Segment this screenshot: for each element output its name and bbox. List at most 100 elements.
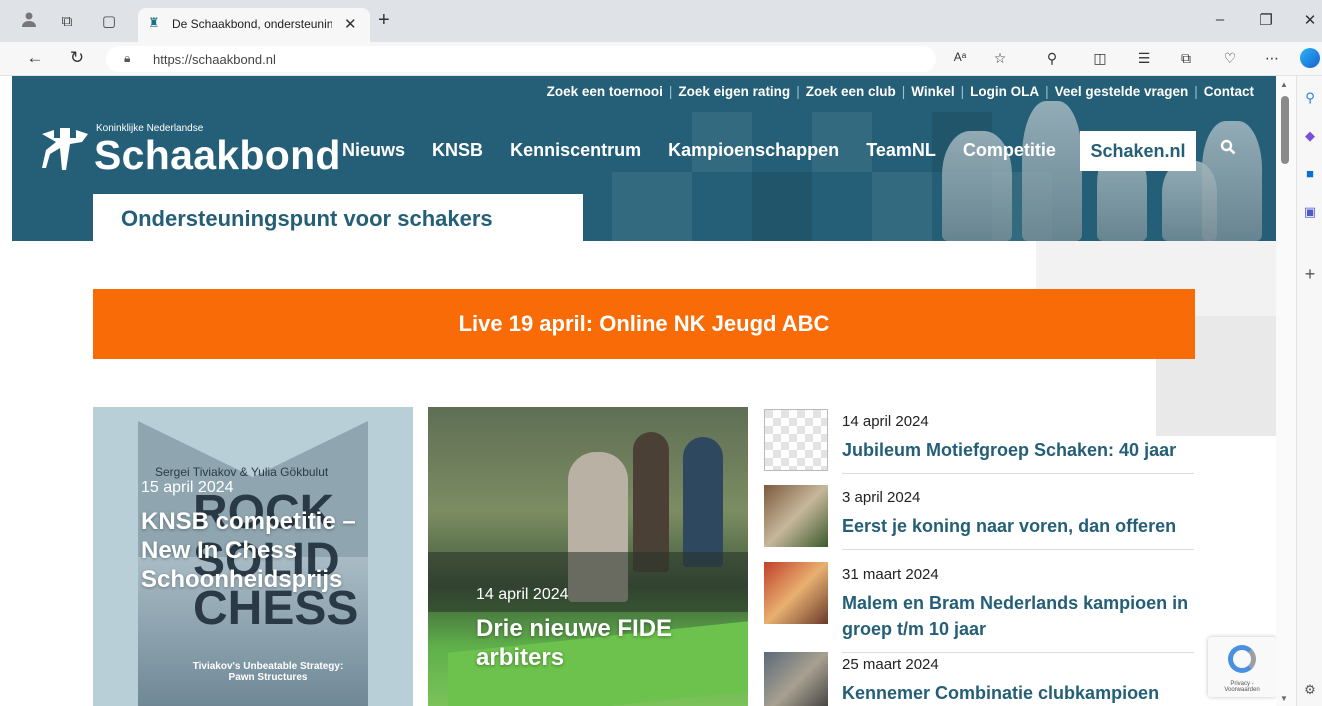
- nav-item-competitie[interactable]: Competitie: [963, 140, 1056, 160]
- news-date: 31 maart 2024: [842, 566, 939, 583]
- schaken-nl-button[interactable]: Schaken.nl: [1080, 131, 1196, 171]
- photo-person: [633, 432, 669, 572]
- recaptcha-icon: [1228, 645, 1256, 673]
- page-scrollbar[interactable]: ▲ ▼: [1276, 76, 1296, 706]
- read-aloud-icon[interactable]: Aᵃ: [948, 50, 972, 64]
- link-zoek-club[interactable]: Zoek een club: [806, 84, 896, 99]
- recaptcha-links[interactable]: Privacy - Voorwaarden: [1212, 681, 1272, 693]
- url-text: https://schaakbond.nl: [153, 52, 276, 67]
- nav-item-kenniscentrum[interactable]: Kenniscentrum: [510, 140, 641, 160]
- main-nav: Nieuws KNSB Kenniscentrum Kampioenschapp…: [342, 140, 1078, 161]
- separator: |: [1194, 84, 1198, 99]
- address-bar: ← ↻ 🔒︎ https://schaakbond.nl Aᵃ ☆ ⚲ ◫ ☰ …: [0, 42, 1322, 76]
- card-title[interactable]: Drie nieuwe FIDE arbiters: [476, 614, 716, 672]
- browser-tab-active[interactable]: ♜ De Schaakbond, ondersteuningsp ✕: [138, 8, 370, 42]
- recaptcha-badge[interactable]: Privacy - Voorwaarden: [1208, 637, 1276, 697]
- link-winkel[interactable]: Winkel: [911, 84, 954, 99]
- shopping-icon[interactable]: ◆: [1300, 126, 1320, 146]
- nav-item-teamnl[interactable]: TeamNL: [866, 140, 936, 160]
- schaakbond-logo-icon[interactable]: [36, 120, 92, 176]
- close-window-icon[interactable]: ✕: [1298, 11, 1322, 29]
- link-faq[interactable]: Veel gestelde vragen: [1055, 84, 1189, 99]
- search-icon[interactable]: ⚲: [1300, 88, 1320, 108]
- separator: |: [901, 84, 906, 99]
- book-subtitle: Tiviakov's Unbeatable Strategy: Pawn Str…: [192, 661, 344, 683]
- news-title[interactable]: Kennemer Combinatie clubkampioen: [842, 680, 1202, 706]
- nav-item-kampioenschappen[interactable]: Kampioenschappen: [668, 140, 839, 160]
- link-zoek-rating[interactable]: Zoek eigen rating: [678, 84, 790, 99]
- card-date: 14 april 2024: [476, 586, 569, 603]
- add-icon[interactable]: +: [1300, 264, 1320, 284]
- lock-icon: 🔒︎: [124, 51, 131, 65]
- divider: [842, 473, 1194, 474]
- outlook-icon[interactable]: ■: [1300, 164, 1320, 184]
- favorite-star-icon[interactable]: ☆: [988, 50, 1012, 67]
- chess-piece-decoration: [1022, 101, 1082, 241]
- scroll-up-icon[interactable]: ▲: [1280, 80, 1288, 89]
- refresh-icon[interactable]: ↻: [64, 48, 90, 68]
- more-menu-icon[interactable]: ⋯: [1260, 50, 1284, 67]
- photo-person: [683, 437, 723, 567]
- news-thumbnail: [764, 485, 828, 547]
- search-icon[interactable]: [1220, 139, 1236, 160]
- nav-item-nieuws[interactable]: Nieuws: [342, 140, 405, 160]
- header-square: [612, 172, 692, 241]
- news-thumbnail: [764, 562, 828, 624]
- edge-sidebar: ⚲ ◆ ■ ▣ + ⚙: [1296, 76, 1322, 706]
- favorites-icon[interactable]: ☰: [1132, 50, 1156, 67]
- news-thumbnail: [764, 652, 828, 706]
- card-date: 15 april 2024: [141, 479, 234, 496]
- tab-title: De Schaakbond, ondersteuningsp: [172, 17, 332, 31]
- news-title[interactable]: Malem en Bram Nederlands kampioen in gro…: [842, 590, 1202, 642]
- book-authors: Sergei Tiviakov & Yulia Gökbulut: [155, 465, 329, 479]
- divider: [842, 549, 1194, 550]
- tab-actions-icon[interactable]: ▢: [98, 11, 120, 33]
- news-title[interactable]: Jubileum Motiefgroep Schaken: 40 jaar: [842, 437, 1202, 463]
- profile-icon[interactable]: [18, 11, 40, 33]
- header-square: [872, 172, 932, 241]
- news-date: 14 april 2024: [842, 413, 929, 430]
- separator: |: [668, 84, 673, 99]
- separator: |: [960, 84, 965, 99]
- settings-gear-icon[interactable]: ⚙: [1300, 680, 1320, 700]
- browser-tab-bar: ⧉ ▢ ♜ De Schaakbond, ondersteuningsp ✕ +…: [0, 0, 1322, 42]
- logo-title[interactable]: Schaakbond: [94, 132, 341, 179]
- live-banner[interactable]: Live 19 april: Online NK Jeugd ABC: [93, 289, 1195, 359]
- back-icon[interactable]: ←: [22, 48, 48, 68]
- new-tab-icon[interactable]: +: [378, 9, 390, 32]
- close-tab-icon[interactable]: ✕: [344, 15, 357, 33]
- copilot-icon[interactable]: [1300, 48, 1320, 68]
- extensions-icon[interactable]: ⚲: [1040, 50, 1064, 67]
- link-contact[interactable]: Contact: [1204, 84, 1254, 99]
- schaakbond-favicon-icon: ♜: [148, 15, 160, 30]
- news-date: 25 maart 2024: [842, 656, 939, 673]
- scroll-down-icon[interactable]: ▼: [1280, 694, 1288, 703]
- tagline-tab: Ondersteuningspunt voor schakers: [93, 194, 583, 241]
- workspaces-icon[interactable]: ⧉: [56, 11, 78, 33]
- divider: [842, 652, 1194, 653]
- news-title[interactable]: Eerst je koning naar voren, dan offeren: [842, 513, 1202, 539]
- nav-item-knsb[interactable]: KNSB: [432, 140, 483, 160]
- separator: |: [796, 84, 800, 99]
- restore-icon[interactable]: ❐: [1254, 11, 1278, 29]
- collections-icon[interactable]: ⧉: [1174, 50, 1198, 67]
- link-zoek-toernooi[interactable]: Zoek een toernooi: [547, 84, 663, 99]
- top-links: Zoek een toernooi | Zoek eigen rating | Zoek…: [547, 84, 1254, 99]
- site-header: Zoek een toernooi | Zoek eigen rating | Zoek…: [12, 76, 1276, 241]
- url-field[interactable]: 🔒︎ https://schaakbond.nl: [106, 46, 936, 72]
- minimize-icon[interactable]: –: [1208, 11, 1232, 28]
- chessboard-thumbnail: [764, 409, 828, 471]
- teams-icon[interactable]: ▣: [1300, 202, 1320, 222]
- news-card-arbiters[interactable]: 14 april 2024 Drie nieuwe FIDE arbiters: [428, 407, 748, 706]
- news-card-book[interactable]: Sergei Tiviakov & Yulia Gökbulut ROCK SO…: [93, 407, 413, 706]
- header-square: [752, 172, 812, 241]
- separator: |: [1045, 84, 1049, 99]
- page-viewport: Zoek een toernooi | Zoek eigen rating | Zoek…: [12, 76, 1276, 706]
- scroll-thumb[interactable]: [1281, 96, 1289, 164]
- browser-essentials-icon[interactable]: ♡: [1218, 50, 1242, 67]
- news-date: 3 april 2024: [842, 489, 921, 506]
- link-login-ola[interactable]: Login OLA: [970, 84, 1039, 99]
- card-title[interactable]: KNSB competitie – New In Chess Schoonhei…: [141, 507, 371, 594]
- page-tagline: Ondersteuningspunt voor schakers: [121, 206, 493, 231]
- split-screen-icon[interactable]: ◫: [1088, 50, 1112, 67]
